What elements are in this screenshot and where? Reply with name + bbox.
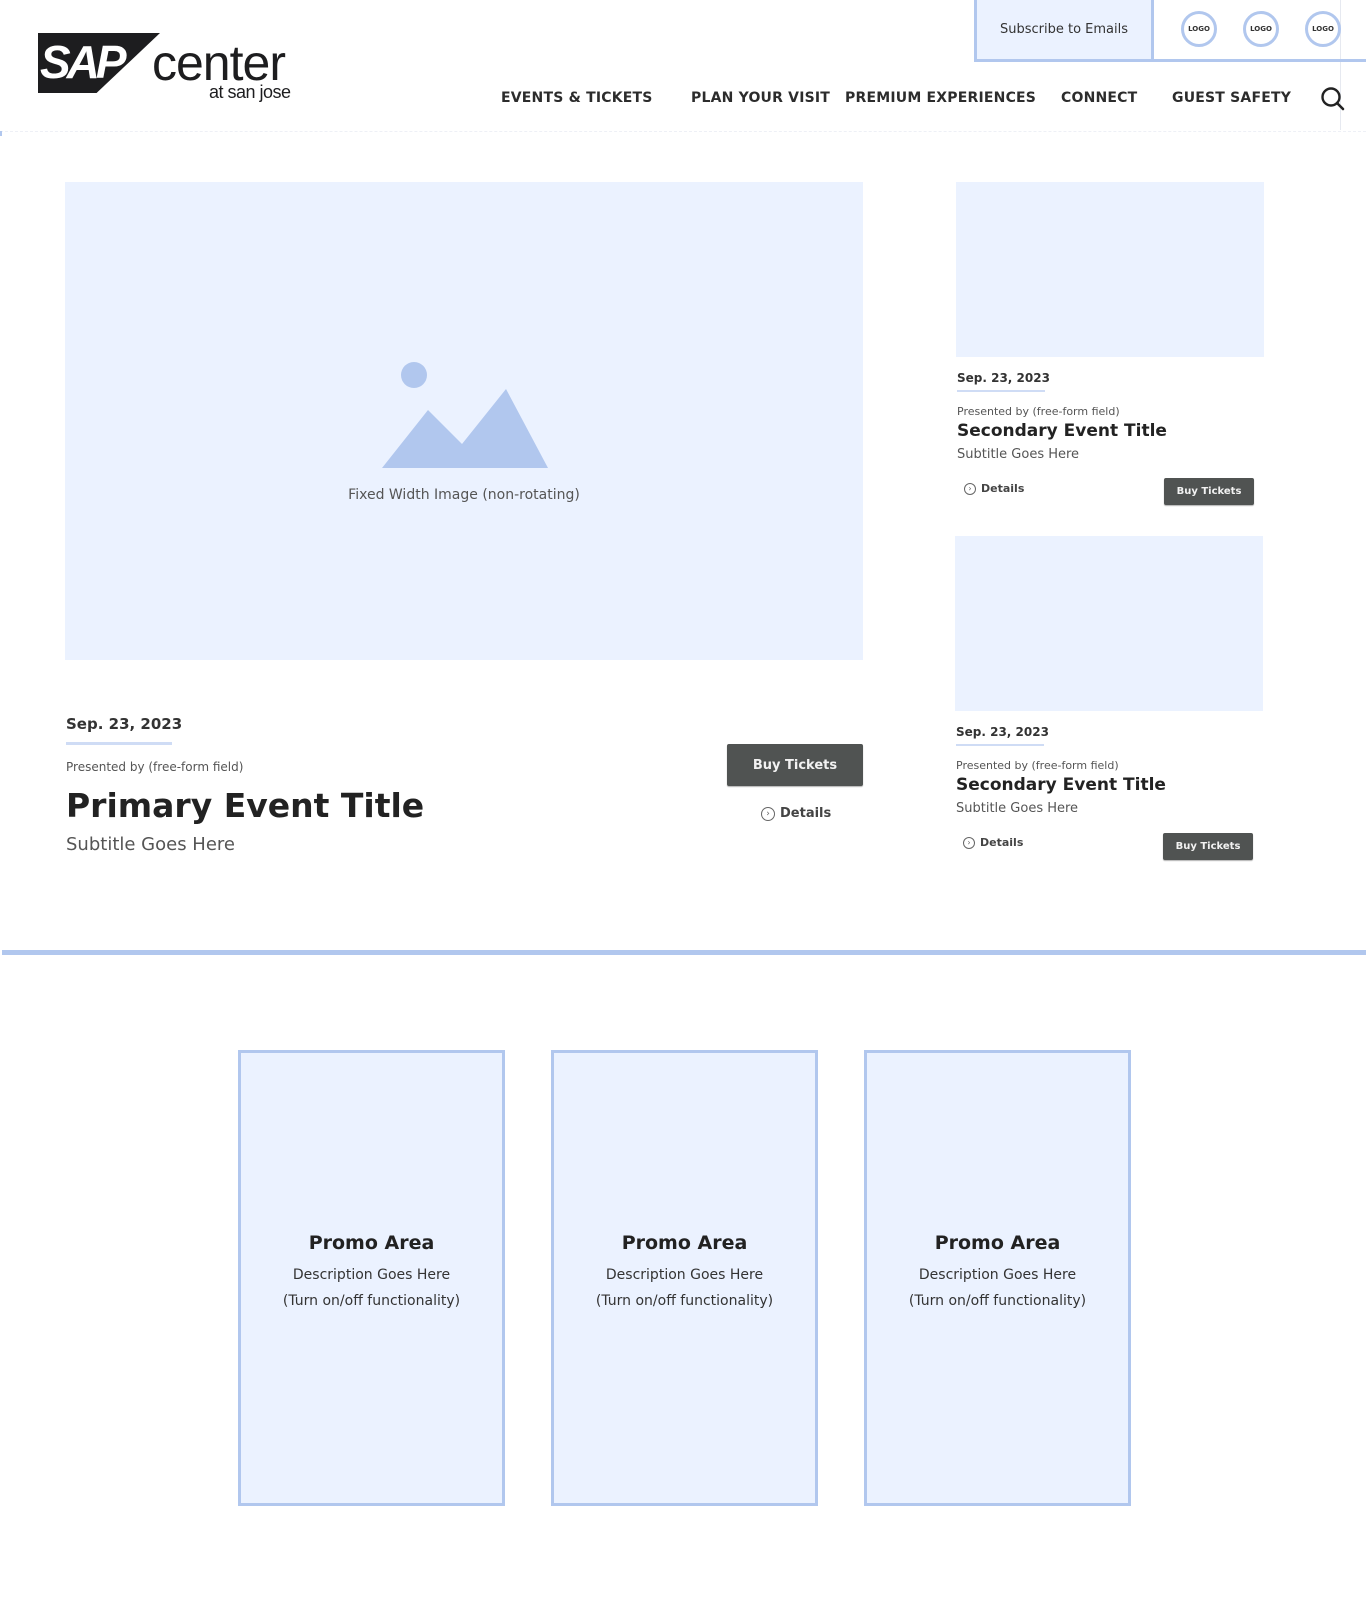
secondary-buy-tickets-button[interactable]: Buy Tickets bbox=[1164, 478, 1254, 505]
partner-logo-3[interactable]: LOGO bbox=[1305, 11, 1341, 47]
secondary-details-link[interactable]: › Details bbox=[964, 482, 1024, 495]
date-underline bbox=[957, 390, 1045, 392]
nav-guest-safety[interactable]: GUEST SAFETY bbox=[1172, 90, 1291, 106]
info-circle-icon: › bbox=[963, 836, 975, 849]
promo-area-2[interactable]: Promo Area Description Goes Here (Turn o… bbox=[551, 1050, 818, 1506]
secondary-presented-by: Presented by (free-form field) bbox=[957, 405, 1120, 418]
primary-buy-tickets-button[interactable]: Buy Tickets bbox=[727, 744, 863, 786]
details-label: Details bbox=[981, 482, 1025, 495]
details-label: Details bbox=[780, 806, 832, 821]
primary-event-subtitle: Subtitle Goes Here bbox=[66, 834, 235, 855]
secondary-event-image-1[interactable] bbox=[956, 182, 1264, 357]
promo-area-3[interactable]: Promo Area Description Goes Here (Turn o… bbox=[864, 1050, 1131, 1506]
date-underline bbox=[66, 742, 172, 745]
secondary-event-subtitle: Subtitle Goes Here bbox=[956, 801, 1079, 816]
details-label: Details bbox=[980, 836, 1024, 849]
promo-description: Description Goes Here bbox=[605, 1267, 764, 1283]
promo-note: (Turn on/off functionality) bbox=[908, 1293, 1087, 1309]
promo-note: (Turn on/off functionality) bbox=[282, 1293, 461, 1309]
partner-logo-2[interactable]: LOGO bbox=[1243, 11, 1279, 47]
partner-logo-1[interactable]: LOGO bbox=[1181, 11, 1217, 47]
secondary-event-date: Sep. 23, 2023 bbox=[957, 371, 1050, 385]
primary-event-title: Primary Event Title bbox=[66, 786, 425, 825]
info-circle-icon: › bbox=[761, 806, 775, 821]
nav-connect[interactable]: CONNECT bbox=[1061, 90, 1137, 106]
image-caption: Fixed Width Image (non-rotating) bbox=[348, 487, 580, 503]
promo-area-1[interactable]: Promo Area Description Goes Here (Turn o… bbox=[238, 1050, 505, 1506]
promo-title: Promo Area bbox=[621, 1232, 748, 1254]
secondary-details-link[interactable]: › Details bbox=[963, 836, 1023, 849]
section-divider bbox=[2, 950, 1366, 955]
promo-note: (Turn on/off functionality) bbox=[595, 1293, 774, 1309]
sap-logo-text: SAP bbox=[40, 36, 127, 88]
primary-presented-by: Presented by (free-form field) bbox=[66, 760, 244, 774]
secondary-event-subtitle: Subtitle Goes Here bbox=[957, 447, 1080, 462]
search-icon[interactable] bbox=[1320, 86, 1346, 112]
primary-event-image[interactable]: Fixed Width Image (non-rotating) bbox=[65, 182, 863, 660]
date-underline bbox=[956, 744, 1044, 746]
secondary-event-title: Secondary Event Title bbox=[957, 421, 1167, 441]
info-circle-icon: › bbox=[964, 482, 976, 495]
secondary-event-date: Sep. 23, 2023 bbox=[956, 725, 1049, 739]
logo-subtext: at san jose bbox=[209, 82, 291, 102]
promo-title: Promo Area bbox=[934, 1232, 1061, 1254]
site-logo[interactable]: SAP center at san jose bbox=[38, 33, 308, 105]
nav-plan-your-visit[interactable]: PLAN YOUR VISIT bbox=[691, 90, 830, 106]
secondary-event-image-2[interactable] bbox=[955, 536, 1263, 711]
primary-details-link[interactable]: › Details bbox=[761, 806, 831, 821]
promo-description: Description Goes Here bbox=[292, 1267, 451, 1283]
nav-premium-experiences[interactable]: PREMIUM EXPERIENCES bbox=[845, 90, 1036, 106]
promo-title: Promo Area bbox=[308, 1232, 435, 1254]
secondary-presented-by: Presented by (free-form field) bbox=[956, 759, 1119, 772]
image-placeholder-icon bbox=[382, 362, 548, 468]
secondary-event-title: Secondary Event Title bbox=[956, 775, 1166, 795]
nav-events-tickets[interactable]: EVENTS & TICKETS bbox=[501, 90, 653, 106]
subscribe-emails-button[interactable]: Subscribe to Emails bbox=[974, 0, 1154, 62]
primary-event-date: Sep. 23, 2023 bbox=[66, 715, 183, 733]
secondary-buy-tickets-button[interactable]: Buy Tickets bbox=[1163, 833, 1253, 860]
promo-description: Description Goes Here bbox=[918, 1267, 1077, 1283]
header-accent-mark bbox=[0, 131, 2, 136]
